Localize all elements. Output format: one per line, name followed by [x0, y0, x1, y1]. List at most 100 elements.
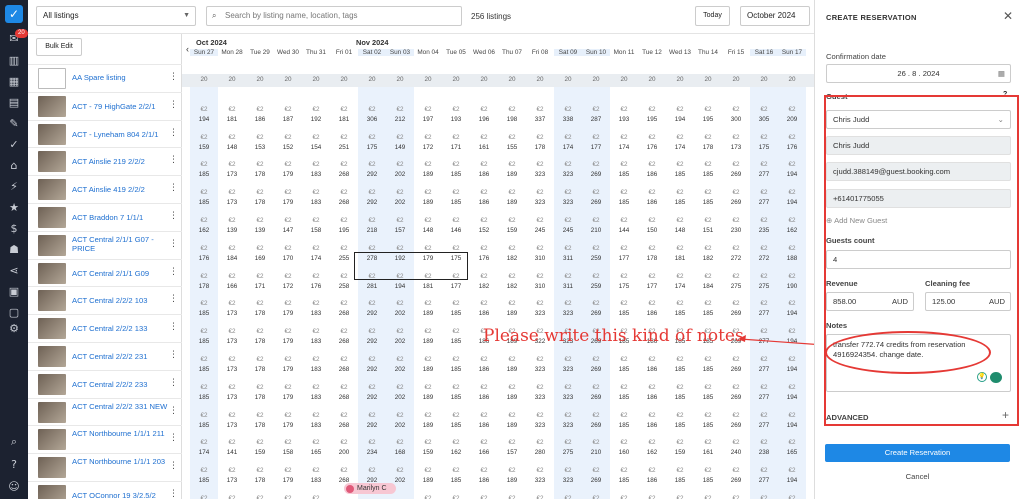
price-cell[interactable]: 275 [554, 449, 582, 456]
price-cell[interactable]: 275 [722, 283, 750, 290]
listing-menu-icon[interactable]: ⋮ [169, 267, 178, 277]
listing-menu-icon[interactable]: ⋮ [169, 100, 178, 110]
price-cell[interactable]: 258 [330, 283, 358, 290]
price-cell[interactable]: 200 [330, 449, 358, 456]
listing-menu-icon[interactable]: ⋮ [169, 72, 178, 82]
price-cell[interactable]: 268 [330, 394, 358, 401]
price-cell[interactable]: 185 [190, 422, 218, 429]
price-cell[interactable]: 238 [750, 449, 778, 456]
confirmation-date-field[interactable]: 26 . 8 . 2024 ▦ [826, 64, 1011, 83]
price-cell[interactable]: 186 [470, 310, 498, 317]
listing-filter-select[interactable]: All listings ▼ [36, 6, 196, 26]
home-icon[interactable]: ⌂ [7, 159, 21, 173]
price-cell[interactable]: 168 [386, 449, 414, 456]
price-cell[interactable]: 141 [218, 449, 246, 456]
price-cell[interactable]: 323 [554, 477, 582, 484]
price-cell[interactable]: 194 [778, 394, 806, 401]
listing-menu-icon[interactable]: ⋮ [169, 378, 178, 388]
price-cell[interactable]: 152 [274, 144, 302, 151]
month-select[interactable]: October 2024 [740, 6, 810, 26]
price-cell[interactable]: 275 [750, 283, 778, 290]
listing-menu-icon[interactable]: ⋮ [169, 350, 178, 360]
price-cell[interactable]: 185 [190, 477, 218, 484]
dollar-icon[interactable]: $ [7, 222, 21, 236]
price-cell[interactable]: 189 [414, 310, 442, 317]
price-cell[interactable]: 177 [638, 283, 666, 290]
price-cell[interactable]: 212 [386, 116, 414, 123]
price-cell[interactable]: 186 [638, 310, 666, 317]
price-cell[interactable]: 139 [218, 227, 246, 234]
price-cell[interactable]: 323 [554, 199, 582, 206]
listing-menu-icon[interactable]: ⋮ [169, 433, 178, 443]
price-cell[interactable]: 183 [302, 366, 330, 373]
price-cell[interactable]: 277 [750, 171, 778, 178]
price-cell[interactable]: 179 [274, 477, 302, 484]
price-cell[interactable]: 157 [386, 227, 414, 234]
price-cell[interactable]: 305 [750, 116, 778, 123]
price-cell[interactable]: 185 [694, 394, 722, 401]
price-cell[interactable]: 202 [386, 366, 414, 373]
price-cell[interactable]: 186 [246, 116, 274, 123]
check-icon[interactable]: ✓ [7, 138, 21, 152]
listing-name[interactable]: ACT - 79 HighGate 2/2/1 [72, 102, 168, 111]
help-icon[interactable]: ? [7, 458, 21, 472]
price-cell[interactable]: 173 [218, 310, 246, 317]
price-cell[interactable]: 323 [554, 171, 582, 178]
price-cell[interactable]: 189 [498, 422, 526, 429]
price-cell[interactable]: 323 [526, 477, 554, 484]
price-cell[interactable]: 154 [302, 144, 330, 151]
listing-name[interactable]: ACT Central 2/2/2 231 [72, 352, 168, 361]
settings-icon[interactable]: ⚙ [7, 322, 21, 336]
price-cell[interactable]: 158 [302, 227, 330, 234]
listing-row[interactable]: AA Spare listing ⋮ [28, 64, 182, 92]
price-cell[interactable]: 240 [722, 449, 750, 456]
listing-menu-icon[interactable]: ⋮ [169, 128, 178, 138]
price-cell[interactable]: 323 [554, 422, 582, 429]
listing-row[interactable]: ACT Central 2/1/1 G09 ⋮ [28, 258, 182, 287]
price-cell[interactable]: 185 [442, 366, 470, 373]
price-cell[interactable]: 173 [218, 422, 246, 429]
price-cell[interactable]: 183 [302, 477, 330, 484]
price-cell[interactable]: 185 [666, 199, 694, 206]
price-cell[interactable]: 269 [582, 310, 610, 317]
listing-menu-icon[interactable]: ⋮ [169, 406, 178, 416]
price-cell[interactable]: 148 [218, 144, 246, 151]
listing-name[interactable]: ACT - Lyneham 804 2/1/1 [72, 130, 168, 139]
price-cell[interactable]: 166 [218, 283, 246, 290]
listing-name[interactable]: ACT Central 2/2/2 133 [72, 324, 168, 333]
listing-row[interactable]: ACT Central 2/2/2 103 ⋮ [28, 286, 182, 314]
price-cell[interactable]: 185 [666, 394, 694, 401]
price-cell[interactable]: 190 [778, 283, 806, 290]
price-cell[interactable]: 269 [582, 171, 610, 178]
price-cell[interactable]: 176 [302, 283, 330, 290]
price-cell[interactable]: 155 [498, 144, 526, 151]
price-cell[interactable]: 144 [610, 227, 638, 234]
team-icon[interactable]: ☗ [7, 243, 21, 257]
price-cell[interactable]: 251 [330, 144, 358, 151]
calendar-alt-icon[interactable]: ▤ [7, 96, 21, 110]
price-cell[interactable]: 202 [386, 171, 414, 178]
price-cell[interactable]: 185 [442, 477, 470, 484]
price-cell[interactable]: 179 [274, 338, 302, 345]
listing-name[interactable]: ACT Ainslie 219 2/2/2 [72, 157, 168, 166]
price-cell[interactable]: 162 [638, 449, 666, 456]
price-cell[interactable]: 194 [778, 171, 806, 178]
price-cell[interactable]: 185 [694, 171, 722, 178]
price-cell[interactable]: 183 [302, 199, 330, 206]
star-icon[interactable]: ★ [7, 201, 21, 215]
share-icon[interactable]: ⋖ [7, 264, 21, 278]
listing-name[interactable]: ACT Ainslie 419 2/2/2 [72, 185, 168, 194]
listing-row[interactable]: ACT - Lyneham 804 2/1/1 ⋮ [28, 119, 182, 148]
price-cell[interactable]: 183 [302, 394, 330, 401]
price-cell[interactable]: 189 [414, 366, 442, 373]
listing-row[interactable]: ACT Central 2/2/2 133 ⋮ [28, 314, 182, 342]
price-cell[interactable]: 268 [330, 199, 358, 206]
price-cell[interactable]: 269 [582, 394, 610, 401]
price-cell[interactable]: 193 [442, 116, 470, 123]
price-cell[interactable]: 161 [470, 144, 498, 151]
price-cell[interactable]: 185 [190, 199, 218, 206]
listing-menu-icon[interactable]: ⋮ [169, 183, 178, 193]
price-cell[interactable]: 337 [526, 116, 554, 123]
price-cell[interactable]: 185 [442, 422, 470, 429]
listing-name[interactable]: ACT Central 2/2/2 103 [72, 296, 168, 305]
